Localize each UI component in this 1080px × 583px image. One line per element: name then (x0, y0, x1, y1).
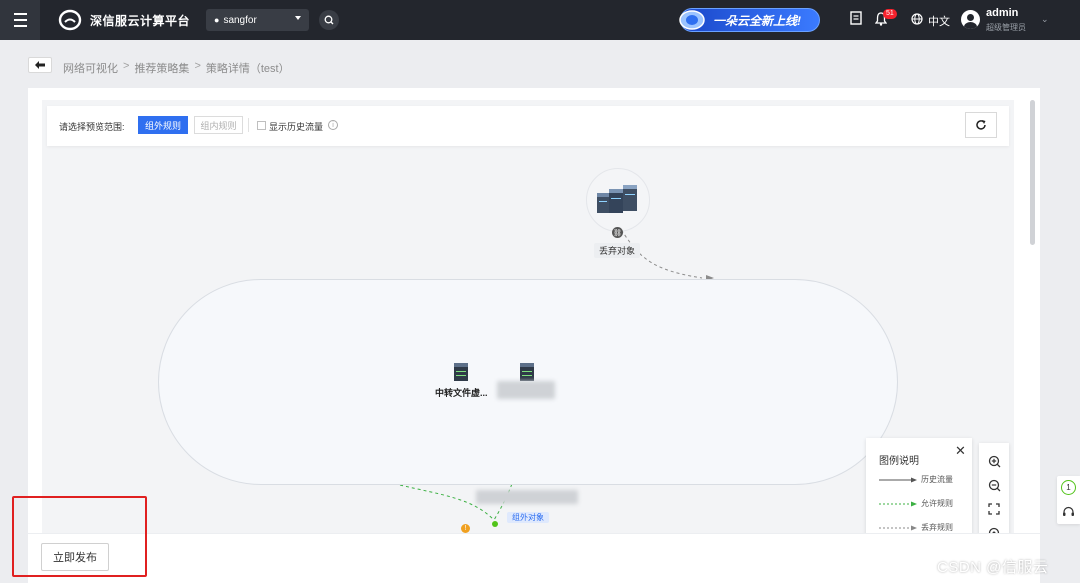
footer-bar (28, 533, 1040, 583)
history-traffic-checkbox[interactable] (257, 121, 266, 130)
search-icon (324, 15, 334, 25)
search-button[interactable] (319, 10, 339, 30)
chevron-down-icon (295, 16, 301, 20)
close-icon[interactable]: ✕ (955, 443, 966, 459)
breadcrumb-item-policy-detail: 策略详情（test） (205, 63, 290, 75)
refresh-button[interactable] (965, 112, 997, 138)
user-name[interactable]: admin (986, 7, 1018, 19)
dashed-green-arrow-icon (879, 501, 917, 507)
zoom-out-icon (988, 479, 1000, 491)
breadcrumb-separator: > (194, 60, 201, 72)
floating-toolbar: 1 (1057, 476, 1080, 524)
redacted-node-label (497, 381, 555, 399)
promo-banner[interactable]: 一朵云全新上线! (679, 8, 820, 32)
breadcrumb-item-network-visualization[interactable]: 网络可视化 (63, 60, 118, 76)
server-cluster-icon (597, 185, 637, 213)
legend-label: 允许规则 (921, 499, 953, 508)
history-traffic-label[interactable]: 显示历史流量 (269, 120, 323, 133)
globe-icon[interactable] (911, 13, 923, 25)
zoom-out-button[interactable] (986, 477, 1002, 493)
server-icon[interactable] (453, 362, 469, 382)
avatar[interactable] (961, 10, 980, 29)
region-select[interactable]: ● sangfor (206, 9, 309, 31)
headset-icon (1063, 506, 1074, 516)
solid-arrow-icon (879, 477, 917, 483)
fit-view-button[interactable] (986, 501, 1002, 517)
tab-outer-rules[interactable]: 组外规则 (138, 116, 188, 134)
toolbar-divider (248, 118, 249, 132)
link-icon: ⛓ (612, 227, 623, 238)
promo-text: 一朵云全新上线! (713, 13, 801, 28)
brand-name: 深信服云计算平台 (90, 14, 191, 28)
zoom-controls (979, 443, 1009, 540)
legend-title: 图例说明 (879, 456, 919, 467)
outer-object-tag: 组外对象 (507, 512, 549, 523)
zoom-in-icon (988, 455, 1000, 467)
user-menu-chevron-icon[interactable]: ⌄ (1041, 14, 1049, 25)
arrow-left-icon (35, 61, 45, 69)
hamburger-menu-button[interactable] (0, 0, 40, 40)
discard-object-label: 丢弃对象 (594, 243, 641, 258)
transfer-file-vm-label[interactable]: 中转文件虚... (435, 386, 488, 399)
user-role: 超级管理员 (986, 23, 1026, 32)
tab-inner-rules[interactable]: 组内规则 (194, 116, 243, 134)
document-icon[interactable] (850, 11, 862, 25)
user-icon (964, 14, 977, 29)
watermark: CSDN @信服云 (937, 559, 1049, 576)
preview-toolbar: 请选择预览范围: 组外规则 组内规则 显示历史流量 i (47, 106, 1009, 146)
legend-item-history: 历史流量 (879, 474, 969, 486)
fullscreen-icon (988, 503, 1000, 515)
dashed-gray-arrow-icon (879, 525, 917, 531)
legend-panel: 图例说明 ✕ 历史流量 允许规则 丢弃规则 (866, 438, 972, 540)
info-icon[interactable]: i (328, 120, 338, 130)
refresh-icon (976, 120, 986, 130)
warning-icon: ! (461, 524, 470, 533)
redacted-node-label (476, 490, 578, 504)
zoom-in-button[interactable] (986, 453, 1002, 469)
cloud-icon (679, 10, 705, 30)
language-switch[interactable]: 中文 (928, 13, 950, 29)
top-bar: 深信服云计算平台 ● sangfor 一朵云全新上线! 51 中文 admin … (0, 0, 1080, 40)
discard-object-node[interactable] (586, 168, 650, 232)
scope-label: 请选择预览范围: (59, 122, 125, 132)
location-pin-icon: ● (214, 15, 220, 25)
breadcrumb-item-policy-set[interactable]: 推荐策略集 (134, 60, 189, 76)
brand-logo-icon (58, 9, 82, 31)
annotation-highlight-box (12, 496, 147, 577)
notification-badge: 51 (883, 9, 897, 19)
hamburger-icon (13, 11, 27, 29)
task-count-button[interactable]: 1 (1061, 480, 1076, 495)
legend-label: 丢弃规则 (921, 523, 953, 532)
legend-label: 历史流量 (921, 475, 953, 484)
breadcrumb-separator: > (123, 60, 130, 72)
server-icon[interactable] (519, 362, 535, 382)
breadcrumb: 网络可视化 > 推荐策略集 > 策略详情（test） (63, 60, 290, 76)
back-button[interactable] (28, 57, 52, 73)
canvas-scrollbar[interactable] (1030, 100, 1035, 245)
support-button[interactable] (1061, 504, 1076, 519)
legend-item-allow: 允许规则 (879, 498, 969, 510)
status-dot (492, 521, 498, 527)
region-value: sangfor (223, 14, 257, 26)
